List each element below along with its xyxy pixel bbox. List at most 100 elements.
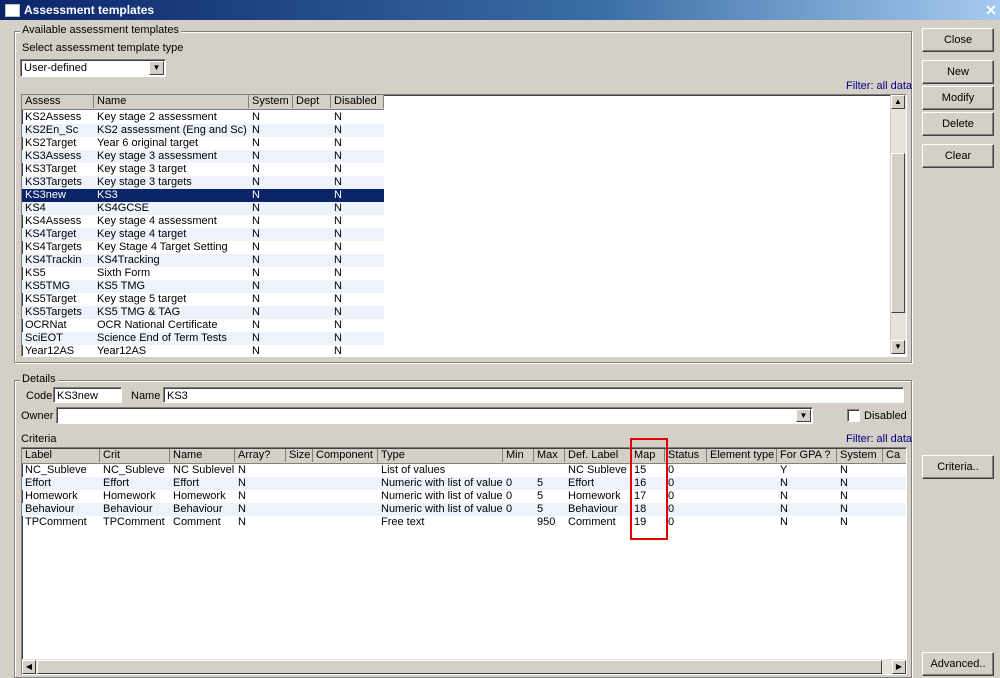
template-row[interactable]: KS3Assess Key stage 3 assessment N N xyxy=(22,150,384,163)
template-row[interactable]: KS5Target Key stage 5 target N N xyxy=(22,293,384,306)
template-cell: N xyxy=(252,228,260,240)
template-row[interactable]: KS3Target Key stage 3 target N N xyxy=(22,163,384,176)
template-row[interactable]: KS2Target Year 6 original target N N xyxy=(22,137,384,150)
templates-list[interactable]: Assess Name System Dept Disabled KS2Asse… xyxy=(21,94,907,357)
modify-button[interactable]: Modify xyxy=(922,86,994,110)
template-row[interactable]: KS5 Sixth Form N N xyxy=(22,267,384,280)
criteria-col-header[interactable]: Ca xyxy=(883,449,906,462)
template-cell: KS5 TMG & TAG xyxy=(97,306,181,318)
criteria-cell: N xyxy=(840,503,848,515)
col-name[interactable]: Name xyxy=(94,95,249,108)
criteria-cell: N xyxy=(840,516,848,528)
criteria-row[interactable]: TPComment TPComment Comment N Free text 950 Co… xyxy=(22,516,906,529)
criteria-cell xyxy=(286,490,313,503)
owner-label: Owner xyxy=(21,410,54,422)
template-row[interactable]: KS5Targets KS5 TMG & TAG N N xyxy=(22,306,384,319)
template-row[interactable]: KS4Assess Key stage 4 assessment N N xyxy=(22,215,384,228)
criteria-col-header[interactable]: Element type xyxy=(707,449,777,462)
close-window-icon[interactable]: ✕ xyxy=(982,0,1000,20)
col-dept[interactable]: Dept xyxy=(293,95,331,108)
advanced-button[interactable]: Advanced.. xyxy=(922,652,994,676)
template-cell: KS3Target xyxy=(25,163,77,175)
criteria-col-header[interactable]: Status xyxy=(665,449,707,462)
template-row[interactable]: OCRNat OCR National Certificate N N xyxy=(22,319,384,332)
criteria-row[interactable]: NC_Subleve NC_Subleve NC Sublevel N List of … xyxy=(22,464,906,477)
criteria-cell: NC_Subleve xyxy=(103,464,165,476)
name-input[interactable]: KS3 xyxy=(163,387,904,403)
hscroll-thumb[interactable] xyxy=(37,660,882,674)
criteria-col-header[interactable]: Def. Label xyxy=(565,449,631,462)
criteria-col-header[interactable]: Max xyxy=(534,449,565,462)
template-row[interactable]: SciEOT Science End of Term Tests N N xyxy=(22,332,384,345)
criteria-col-header[interactable]: Size xyxy=(286,449,313,462)
criteria-col-header[interactable]: Label xyxy=(22,449,100,462)
templates-filter-link[interactable]: Filter: all data xyxy=(846,80,912,92)
col-assess[interactable]: Assess xyxy=(22,95,94,108)
criteria-cell: List of values xyxy=(381,464,446,476)
template-cell: N xyxy=(252,306,260,318)
scroll-down-icon[interactable]: ▼ xyxy=(891,340,905,354)
new-button[interactable]: New xyxy=(922,60,994,84)
criteria-cell: N xyxy=(780,490,788,502)
code-input[interactable]: KS3new xyxy=(53,387,122,403)
owner-select[interactable]: ▼ xyxy=(56,407,813,424)
template-cell: N xyxy=(334,241,342,253)
criteria-cell: TPComment xyxy=(25,516,87,528)
col-system[interactable]: System xyxy=(249,95,293,108)
close-button[interactable]: Close xyxy=(922,28,994,52)
criteria-col-header[interactable]: Crit xyxy=(100,449,170,462)
template-cell xyxy=(293,267,331,280)
criteria-col-header[interactable]: System xyxy=(837,449,883,462)
templates-scrollbar[interactable]: ▲ ▼ xyxy=(890,95,906,354)
template-cell: N xyxy=(334,228,342,240)
criteria-col-header[interactable]: For GPA ? xyxy=(777,449,837,462)
criteria-col-header[interactable]: Array? xyxy=(235,449,286,462)
criteria-col-header[interactable]: Component xyxy=(313,449,378,462)
chevron-down-icon[interactable]: ▼ xyxy=(149,61,164,75)
scroll-left-icon[interactable]: ◀ xyxy=(22,660,36,674)
delete-button[interactable]: Delete xyxy=(922,112,994,136)
template-cell: KS3Targets xyxy=(25,176,82,188)
criteria-cell xyxy=(707,477,777,490)
template-cell: N xyxy=(334,267,342,279)
criteria-hscrollbar[interactable]: ◀ ▶ xyxy=(22,659,906,674)
criteria-button[interactable]: Criteria.. xyxy=(922,455,994,479)
template-cell: KS3Assess xyxy=(25,150,82,162)
criteria-cell: Numeric with list of values xyxy=(381,490,503,502)
template-cell: N xyxy=(252,293,260,305)
template-cell xyxy=(293,163,331,176)
template-row[interactable]: KS4Trackin KS4Tracking N N xyxy=(22,254,384,267)
scroll-thumb[interactable] xyxy=(891,153,905,313)
template-cell xyxy=(293,137,331,150)
clear-button[interactable]: Clear xyxy=(922,144,994,168)
template-cell: KS5Targets xyxy=(25,306,82,318)
criteria-col-header[interactable]: Min xyxy=(503,449,534,462)
template-row[interactable]: KS4Target Key stage 4 target N N xyxy=(22,228,384,241)
scroll-up-icon[interactable]: ▲ xyxy=(891,95,905,109)
criteria-row[interactable]: Behaviour Behaviour Behaviour N Numeric with… xyxy=(22,503,906,516)
criteria-cell: N xyxy=(238,490,246,502)
template-row[interactable]: KS3Targets Key stage 3 targets N N xyxy=(22,176,384,189)
template-row[interactable]: KS4Targets Key Stage 4 Target Setting N N xyxy=(22,241,384,254)
criteria-row[interactable]: Homework Homework Homework N Numeric with li… xyxy=(22,490,906,503)
scroll-right-icon[interactable]: ▶ xyxy=(892,660,906,674)
template-row[interactable]: KS3new KS3 N N xyxy=(22,189,384,202)
template-row[interactable]: KS2Assess Key stage 2 assessment N N xyxy=(22,111,384,124)
template-cell: SciEOT xyxy=(25,332,63,344)
template-row[interactable]: KS2En_Sc KS2 assessment (Eng and Sc) N N xyxy=(22,124,384,137)
template-type-select[interactable]: User-defined ▼ xyxy=(20,59,166,77)
criteria-col-header[interactable]: Name xyxy=(170,449,235,462)
criteria-filter-link[interactable]: Filter: all data xyxy=(846,433,912,445)
criteria-cell xyxy=(503,464,534,477)
col-disabled[interactable]: Disabled xyxy=(331,95,384,108)
template-row[interactable]: KS5TMG KS5 TMG N N xyxy=(22,280,384,293)
criteria-col-header[interactable]: Type xyxy=(378,449,503,462)
criteria-cell: Effort xyxy=(173,477,200,489)
criteria-row[interactable]: Effort Effort Effort N Numeric with list of … xyxy=(22,477,906,490)
criteria-list[interactable]: Label Crit Name Array? Size Component Type Min M… xyxy=(21,447,907,675)
disabled-checkbox[interactable] xyxy=(847,409,860,422)
template-row[interactable]: Year12AS Year12AS N N xyxy=(22,345,384,356)
criteria-cell: N xyxy=(238,516,246,528)
template-row[interactable]: KS4 KS4GCSE N N xyxy=(22,202,384,215)
chevron-down-icon[interactable]: ▼ xyxy=(796,409,811,422)
